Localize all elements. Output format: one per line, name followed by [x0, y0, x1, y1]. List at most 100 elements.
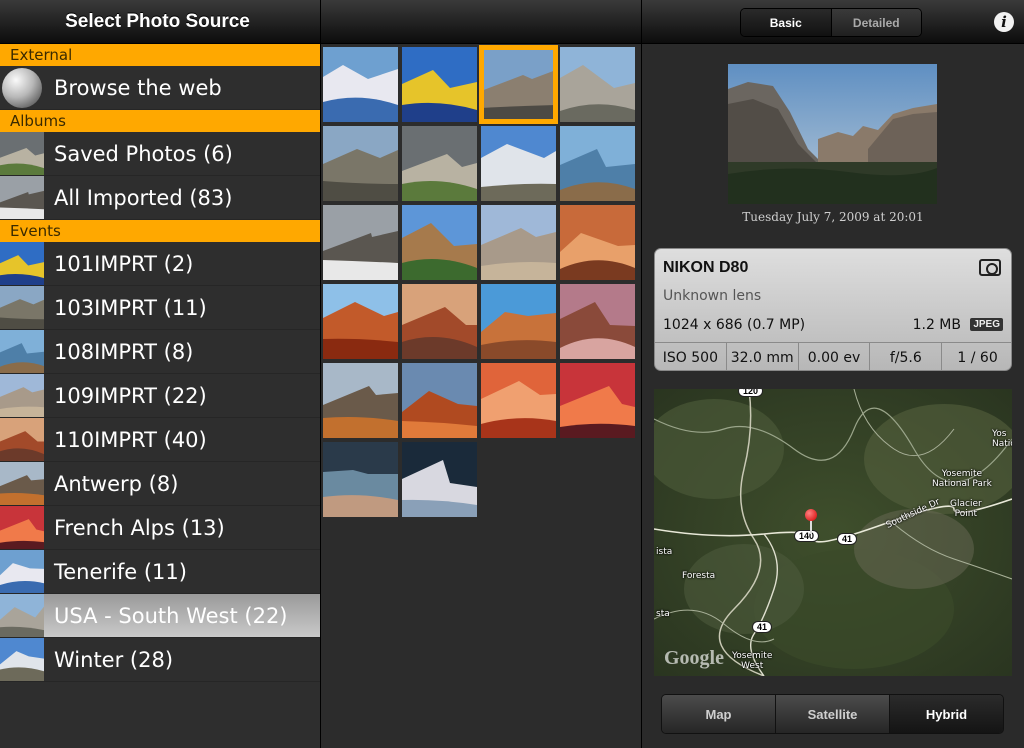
- map-terrain: [654, 389, 1012, 676]
- format-badge: JPEG: [970, 318, 1003, 331]
- source-row[interactable]: All Imported (83): [0, 176, 320, 220]
- row-label: Browse the web: [54, 75, 222, 100]
- map-label-foresta: Foresta: [682, 571, 716, 581]
- source-browse-web[interactable]: Browse the web: [0, 66, 320, 110]
- map-pin-icon[interactable]: [805, 509, 817, 521]
- info-icon[interactable]: i: [994, 12, 1014, 32]
- photo-thumbnail[interactable]: [560, 126, 635, 201]
- album-thumbnail: [0, 132, 44, 175]
- map-mode-satellite[interactable]: Satellite: [776, 695, 890, 733]
- route-120-shield: 120: [738, 389, 764, 397]
- album-thumbnail: [0, 462, 44, 505]
- photo-thumbnail[interactable]: [481, 126, 556, 201]
- tab-detailed[interactable]: Detailed: [831, 9, 921, 36]
- row-label: Tenerife (11): [54, 559, 187, 584]
- album-thumbnail: [0, 550, 44, 593]
- row-label: 108IMPRT (8): [54, 339, 194, 364]
- photo-thumbnail[interactable]: [323, 205, 398, 280]
- detail-toolbar: Basic Detailed i: [642, 0, 1024, 44]
- source-row[interactable]: 110IMPRT (40): [0, 418, 320, 462]
- camera-icon[interactable]: [979, 259, 1001, 276]
- exif-focal-length: 32.0 mm: [727, 343, 799, 370]
- exif-iso: ISO 500: [655, 343, 727, 370]
- map-label-yosemite-west: Yosemite West: [732, 651, 773, 671]
- photo-thumbnail[interactable]: [402, 47, 477, 122]
- photo-thumbnail[interactable]: [323, 442, 398, 517]
- source-row[interactable]: 103IMPRT (11): [0, 286, 320, 330]
- album-thumbnail: [0, 594, 44, 637]
- map-label-ista: ista: [656, 547, 673, 557]
- photo-thumbnail[interactable]: [323, 363, 398, 438]
- photo-thumbnail[interactable]: [402, 205, 477, 280]
- camera-model: NIKON D80: [663, 259, 749, 276]
- source-row[interactable]: 109IMPRT (22): [0, 374, 320, 418]
- grid-toolbar: [321, 0, 641, 44]
- photo-thumbnail[interactable]: [323, 126, 398, 201]
- globe-icon: [0, 66, 44, 109]
- album-thumbnail: [0, 418, 44, 461]
- photo-thumbnail[interactable]: [481, 205, 556, 280]
- photo-thumbnail[interactable]: [402, 126, 477, 201]
- source-row[interactable]: Saved Photos (6): [0, 132, 320, 176]
- source-row[interactable]: 108IMPRT (8): [0, 330, 320, 374]
- source-row[interactable]: French Alps (13): [0, 506, 320, 550]
- section-header-albums: Albums: [0, 110, 320, 132]
- map-mode-hybrid[interactable]: Hybrid: [890, 695, 1003, 733]
- row-label: Winter (28): [54, 647, 174, 672]
- photo-thumbnail[interactable]: [479, 45, 558, 124]
- source-row[interactable]: USA - South West (22): [0, 594, 320, 638]
- exif-shutter-speed: 1 / 60: [957, 349, 998, 366]
- album-thumbnail: [0, 638, 44, 681]
- row-label: 110IMPRT (40): [54, 427, 207, 452]
- album-thumbnail: [0, 374, 44, 417]
- route-41-shield: 41: [837, 533, 858, 545]
- map-label-yosemite-park: Yosemite National Park: [932, 469, 992, 489]
- exif-aperture: f/5.6: [870, 343, 943, 370]
- lens-info: Unknown lens: [663, 288, 762, 304]
- photo-preview[interactable]: [728, 64, 937, 204]
- section-header-external: External: [0, 44, 320, 66]
- map-label-yos-nationa: Yos Nationa: [992, 429, 1012, 449]
- photo-thumbnail[interactable]: [560, 205, 635, 280]
- file-size: 1.2 MB: [912, 317, 961, 333]
- route-140-shield: 140: [794, 530, 820, 542]
- photo-thumbnail[interactable]: [402, 442, 477, 517]
- photo-thumbnail[interactable]: [481, 363, 556, 438]
- photo-thumbnail[interactable]: [560, 47, 635, 122]
- photo-thumbnail[interactable]: [481, 284, 556, 359]
- map-label-sta: sta: [656, 609, 670, 619]
- album-thumbnail: [0, 506, 44, 549]
- album-thumbnail: [0, 330, 44, 373]
- photo-date: Tuesday July 7, 2009 at 20:01: [742, 210, 924, 224]
- google-logo: Google: [664, 647, 724, 669]
- camera-info-card: NIKON D80 Unknown lens 1024 x 686 (0.7 M…: [654, 248, 1012, 371]
- album-thumbnail: [0, 176, 44, 219]
- view-mode-segmented-control: Basic Detailed: [740, 8, 922, 37]
- source-row[interactable]: Antwerp (8): [0, 462, 320, 506]
- sidebar-title: Select Photo Source: [65, 10, 250, 32]
- map-mode-segmented-control: Map Satellite Hybrid: [661, 694, 1004, 734]
- photo-thumbnail[interactable]: [402, 284, 477, 359]
- exif-exposure-bias: 0.00 ev: [799, 343, 871, 370]
- row-label: Antwerp (8): [54, 471, 179, 496]
- sidebar-header: Select Photo Source: [0, 0, 320, 44]
- album-thumbnail: [0, 242, 44, 285]
- source-row[interactable]: Winter (28): [0, 638, 320, 682]
- photo-thumbnail[interactable]: [560, 284, 635, 359]
- photo-detail-panel: Basic Detailed i Tuesday July 7, 2009 at…: [642, 0, 1024, 748]
- source-row[interactable]: 101IMPRT (2): [0, 242, 320, 286]
- source-row[interactable]: Tenerife (11): [0, 550, 320, 594]
- row-label: All Imported (83): [54, 185, 233, 210]
- map-pin-stick: [810, 520, 812, 534]
- exif-row: ISO 500 32.0 mm 0.00 ev f/5.6 1 / 60: [655, 342, 1011, 370]
- photo-thumbnail[interactable]: [560, 363, 635, 438]
- photo-thumbnail[interactable]: [323, 47, 398, 122]
- map-mode-map[interactable]: Map: [662, 695, 776, 733]
- photo-thumbnail[interactable]: [323, 284, 398, 359]
- tab-basic[interactable]: Basic: [741, 9, 832, 36]
- row-label: 103IMPRT (11): [54, 295, 207, 320]
- row-label: Saved Photos (6): [54, 141, 233, 166]
- location-map[interactable]: 120 140 41 41 Yosemite National Park Gla…: [654, 389, 1012, 676]
- photo-thumbnail[interactable]: [402, 363, 477, 438]
- photo-grid-pane: [321, 0, 641, 748]
